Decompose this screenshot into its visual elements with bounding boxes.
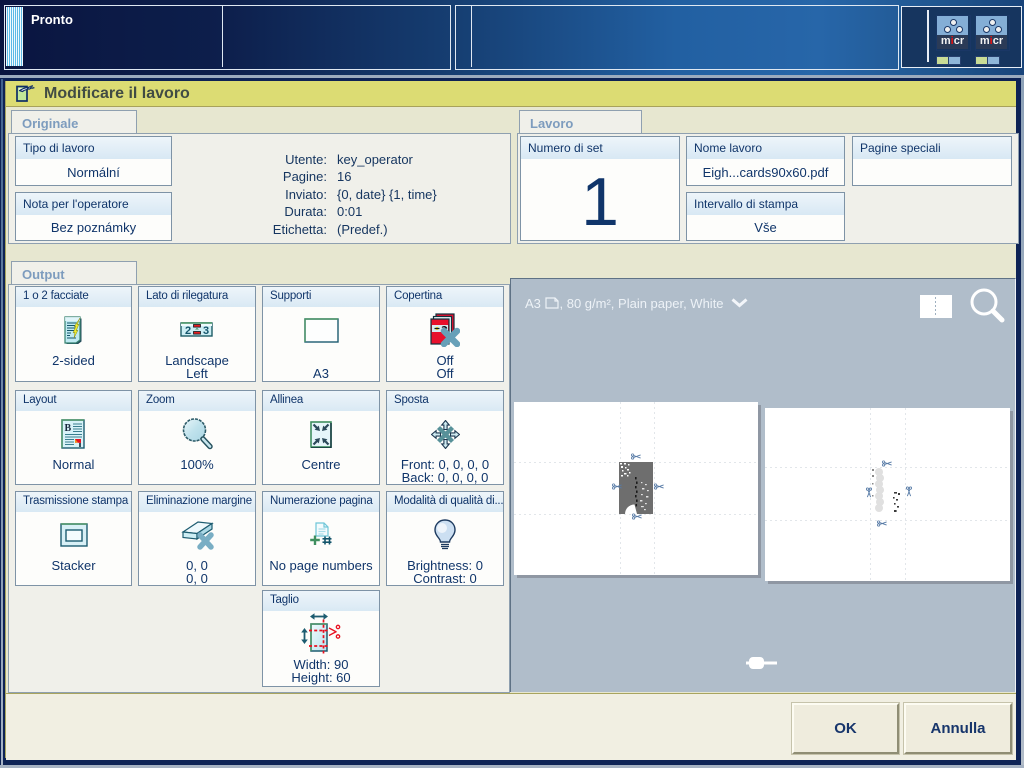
svg-text:B: B <box>65 423 72 434</box>
svg-text:2: 2 <box>185 325 191 337</box>
svg-text:3: 3 <box>203 325 209 337</box>
